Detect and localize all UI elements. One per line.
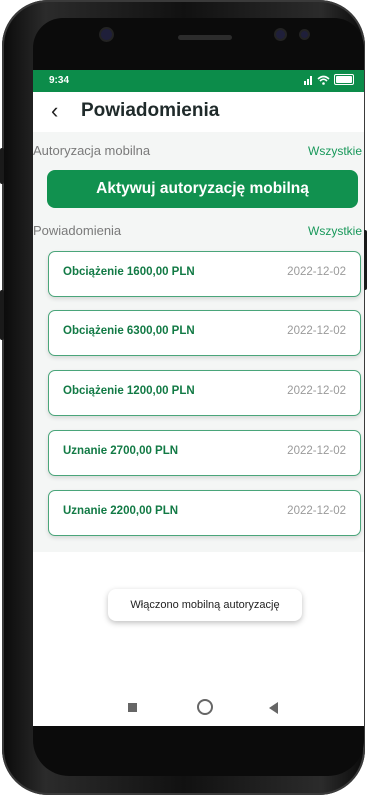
recent-apps-icon[interactable] <box>128 703 137 712</box>
chevron-left-icon[interactable]: ‹ <box>51 100 58 122</box>
front-camera-icon <box>101 29 112 40</box>
status-icons <box>299 74 354 85</box>
mobile-auth-all-link[interactable]: Wszystkie <box>308 144 362 158</box>
notification-card[interactable]: Uznanie 2700,00 PLN 2022-12-02 <box>48 430 361 476</box>
notification-title: Obciążenie 6300,00 PLN <box>63 325 195 337</box>
notification-card[interactable]: Obciążenie 1600,00 PLN 2022-12-02 <box>48 251 361 297</box>
activate-mobile-auth-button[interactable]: Aktywuj autoryzację mobilną <box>47 170 358 208</box>
status-bar: 9:34 <box>33 70 364 92</box>
power-button <box>0 290 4 340</box>
android-nav-bar <box>33 688 364 726</box>
notification-title: Obciążenie 1600,00 PLN <box>63 266 195 278</box>
signal-icon <box>304 75 312 85</box>
notification-date: 2022-12-02 <box>287 266 346 278</box>
notification-card[interactable]: Uznanie 2200,00 PLN 2022-12-02 <box>48 490 361 536</box>
notification-date: 2022-12-02 <box>287 325 346 337</box>
home-icon[interactable] <box>197 699 213 715</box>
notification-date: 2022-12-02 <box>287 385 346 397</box>
bottom-bezel <box>33 726 364 776</box>
notification-card[interactable]: Obciążenie 6300,00 PLN 2022-12-02 <box>48 310 361 356</box>
notifications-all-link[interactable]: Wszystkie <box>308 224 362 238</box>
notification-date: 2022-12-02 <box>287 505 346 517</box>
notification-card[interactable]: Obciążenie 1200,00 PLN 2022-12-02 <box>48 370 361 416</box>
speaker-grille <box>178 35 232 40</box>
header: ‹ Powiadomienia <box>33 92 364 134</box>
sensor-icon <box>276 30 285 39</box>
notifications-label: Powiadomienia <box>33 223 122 238</box>
notification-title: Uznanie 2700,00 PLN <box>63 445 179 457</box>
toast-message: Włączono mobilną autoryzację <box>108 589 302 621</box>
volume-button <box>0 148 4 184</box>
notification-date: 2022-12-02 <box>287 445 346 457</box>
top-bezel <box>33 18 364 70</box>
screen: 9:34 ‹ Powiadomienia Autoryzacja mobilna… <box>33 70 364 726</box>
battery-icon <box>334 74 354 85</box>
wifi-icon <box>317 75 330 85</box>
mobile-auth-label: Autoryzacja mobilna <box>33 143 151 158</box>
back-icon[interactable] <box>269 702 278 714</box>
sensor-icon <box>301 31 308 38</box>
status-time: 9:34 <box>49 75 70 86</box>
notification-title: Obciążenie 1200,00 PLN <box>63 385 195 397</box>
page-title: Powiadomienia <box>81 100 220 121</box>
notification-title: Uznanie 2200,00 PLN <box>63 505 179 517</box>
